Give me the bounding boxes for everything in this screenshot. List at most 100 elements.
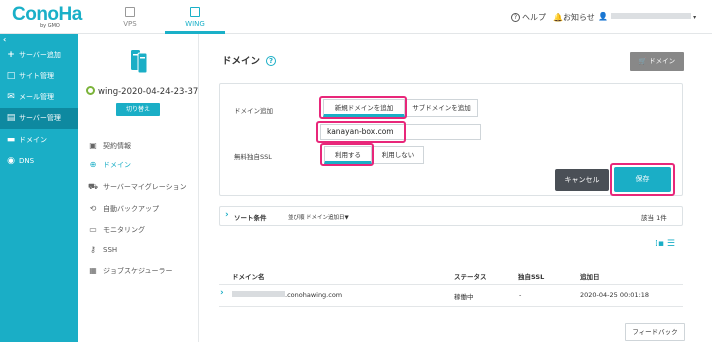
menu-item-monitoring[interactable]: ▭ モニタリング xyxy=(88,225,145,235)
feedback-button[interactable]: フィードバック xyxy=(625,323,685,341)
server-panel: wing-2020-04-24-23-37 切り替え ▣ 契約情報 ⊕ ドメイン ⛟… xyxy=(78,34,199,342)
menu-item-label: 契約情報 xyxy=(103,142,131,150)
calendar-icon: ▦ xyxy=(89,266,97,275)
highlight-ssl-use xyxy=(320,143,374,166)
ssl-cell: - xyxy=(519,291,522,299)
domain-add-form: ドメイン追加 新規ドメインを追加 サブドメインを追加 kanayan-box.c… xyxy=(219,83,683,196)
tab-wing[interactable]: WING xyxy=(165,0,225,34)
help-link[interactable]: ? ヘルプ xyxy=(511,12,546,23)
masked-subdomain xyxy=(232,291,285,297)
add-domain-button[interactable]: 🛒 ドメイン xyxy=(630,52,684,71)
sidebar-item-site[interactable]: □ サイト管理 xyxy=(0,66,78,87)
sidebar-item-server-add[interactable]: + サーバー追加 xyxy=(0,45,78,66)
tab-vps[interactable]: VPS xyxy=(100,0,160,34)
col-status: ステータス xyxy=(454,273,487,281)
mail-icon: ✉ xyxy=(7,92,15,102)
notice-label: お知らせ xyxy=(562,13,595,22)
sidebar-item-mail[interactable]: ✉ メール管理 xyxy=(0,87,78,108)
switch-server-button[interactable]: 切り替え xyxy=(116,103,160,116)
domain-cell: .conohawing.com xyxy=(232,291,342,299)
sidebar-item-domain[interactable]: ▬ ドメイン xyxy=(0,130,78,151)
tile-view-icon[interactable]: ⁞▪ xyxy=(655,239,664,249)
menu-item-label: サーバーマイグレーション xyxy=(103,183,187,191)
sidebar-item-label: DNS xyxy=(19,157,35,165)
logo-subtitle: by GMO xyxy=(40,23,60,29)
domain-add-label: ドメイン追加 xyxy=(234,107,273,115)
table-header: ドメイン名 ステータス 独自SSL 追加日 xyxy=(232,271,682,281)
domain-suffix: .conohawing.com xyxy=(285,291,343,299)
conoha-logo[interactable]: ConoHa xyxy=(12,5,82,25)
collapse-icon[interactable]: ‹ xyxy=(3,35,6,44)
server-icon xyxy=(125,7,135,17)
help-label: ヘルプ xyxy=(522,13,546,22)
globe-icon: ◉ xyxy=(7,156,15,166)
top-bar: ConoHa by GMO VPS WING ? ヘルプ 🔔お知らせ 👤 ▾ xyxy=(0,0,712,34)
key-icon: ⚷ xyxy=(90,245,96,254)
server-stack-icon xyxy=(131,50,148,74)
sidebar-item-server[interactable]: ▤ サーバー管理 xyxy=(0,108,78,129)
highlight-new-domain xyxy=(319,96,407,119)
backup-icon: ⟲ xyxy=(89,204,97,213)
sidebar-item-label: ドメイン xyxy=(19,136,47,144)
tab-vps-label: VPS xyxy=(123,20,137,28)
menu-item-ssh[interactable]: ⚷ SSH xyxy=(88,245,117,254)
page-title: ドメイン? xyxy=(222,53,277,67)
server-icon: ▤ xyxy=(6,113,16,123)
sort-order-select[interactable]: ドメイン追加日▼ xyxy=(306,213,349,221)
plus-icon: + xyxy=(7,50,15,60)
sort-order-label: 並び順 xyxy=(288,215,305,221)
col-ssl: 独自SSL xyxy=(518,273,545,281)
user-email-masked xyxy=(610,13,691,19)
add-domain-label: ドメイン xyxy=(649,57,676,65)
question-icon: ? xyxy=(511,13,520,22)
sidebar-item-label: サーバー追加 xyxy=(19,51,61,59)
cart-icon: 🛒 xyxy=(638,57,647,65)
sort-bar[interactable]: › ソート条件 並び順 ドメイン追加日▼ 該当 1件 xyxy=(219,206,683,226)
cancel-button[interactable]: キャンセル xyxy=(555,169,609,191)
highlight-save xyxy=(610,163,675,196)
menu-item-scheduler[interactable]: ▦ ジョブスケジューラー xyxy=(88,266,173,276)
tab-wing-label: WING xyxy=(185,20,205,28)
bell-icon: 🔔 xyxy=(553,13,563,22)
main-content: ドメイン? 🛒 ドメイン ドメイン追加 新規ドメインを追加 サブドメインを追加 … xyxy=(200,34,712,342)
sidebar-item-label: サーバー管理 xyxy=(19,114,61,122)
status-cell: 稼働中 xyxy=(454,293,474,301)
menu-item-backup[interactable]: ⟲ 自動バックアップ xyxy=(88,204,159,214)
result-count: 該当 1件 xyxy=(641,214,667,222)
wing-icon xyxy=(190,7,200,17)
notice-link[interactable]: 🔔お知らせ xyxy=(553,12,595,23)
view-toggle: ⁞▪ ☰ xyxy=(655,239,675,249)
server-name: wing-2020-04-24-23-37 xyxy=(86,86,198,97)
sort-title: ソート条件 xyxy=(234,214,267,222)
menu-item-label: ジョブスケジューラー xyxy=(103,267,173,275)
menu-item-label: 自動バックアップ xyxy=(103,205,159,213)
chevron-right-icon: › xyxy=(225,210,229,220)
menu-item-migration[interactable]: ⛟ サーバーマイグレーション xyxy=(88,182,187,192)
table-divider xyxy=(219,306,683,307)
sidebar-item-dns[interactable]: ◉ DNS xyxy=(0,151,78,172)
row-expand-icon[interactable]: › xyxy=(220,288,224,298)
ssl-label: 無料独自SSL xyxy=(234,153,272,161)
page-title-text: ドメイン xyxy=(222,56,261,67)
col-date: 追加日 xyxy=(580,273,600,281)
table-divider xyxy=(219,284,683,285)
menu-item-label: ドメイン xyxy=(103,161,131,169)
window-icon: □ xyxy=(6,71,16,81)
highlight-domain-input xyxy=(316,121,406,143)
ssl-not-use-button[interactable]: 利用しない xyxy=(372,146,424,164)
menu-item-label: モニタリング xyxy=(103,226,145,234)
help-icon[interactable]: ? xyxy=(266,56,277,66)
date-cell: 2020-04-25 00:01:18 xyxy=(580,291,650,299)
menu-item-domain[interactable]: ⊕ ドメイン xyxy=(88,160,131,170)
sidebar-item-label: メール管理 xyxy=(19,93,54,101)
user-icon: 👤 xyxy=(598,12,608,21)
chevron-down-icon: ▾ xyxy=(693,14,697,21)
menu-item-contract[interactable]: ▣ 契約情報 xyxy=(88,141,131,151)
subdomain-button[interactable]: サブドメインを追加 xyxy=(405,99,478,117)
monitor-icon: ▭ xyxy=(89,225,97,234)
user-menu[interactable]: 👤 ▾ xyxy=(598,12,696,21)
col-domain: ドメイン名 xyxy=(232,273,265,281)
globe-icon: ⊕ xyxy=(89,160,97,169)
list-view-icon[interactable]: ☰ xyxy=(667,239,675,249)
sidebar: ‹ + サーバー追加 □ サイト管理 ✉ メール管理 ▤ サーバー管理 ▬ ドメイン ◉ D… xyxy=(0,34,78,342)
